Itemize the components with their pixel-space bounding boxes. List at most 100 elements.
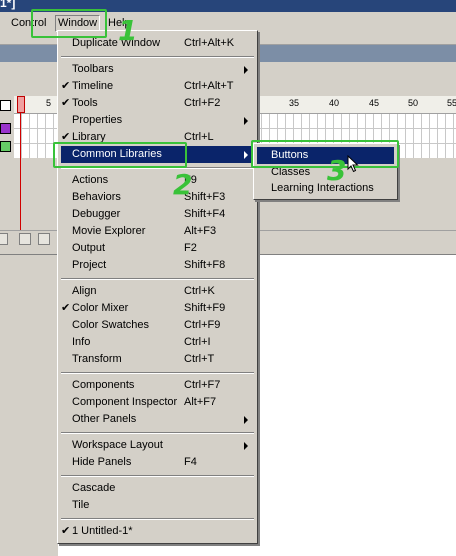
submenu-arrow-icon: [244, 416, 248, 424]
menu-item-shortcut: Alt+F7: [184, 396, 217, 408]
menu-separator: [61, 518, 254, 520]
menu-item-color-swatches[interactable]: Color Swatches Ctrl+F9: [61, 317, 254, 334]
menu-item-shortcut: Ctrl+Alt+T: [184, 80, 234, 92]
menu-item-shortcut: F2: [184, 242, 197, 254]
menu-item-label: Tile: [72, 499, 90, 511]
menu-item-label: Color Mixer: [72, 302, 129, 314]
menu-item-debugger[interactable]: Debugger Shift+F4: [61, 206, 254, 223]
checkmark-icon: ✔: [61, 80, 71, 92]
menu-item-shortcut: Shift+F9: [184, 302, 226, 314]
submenu-item-learning-interactions[interactable]: Learning Interactions: [257, 180, 394, 197]
submenu-item-label: Learning Interactions: [271, 182, 374, 194]
menu-item-timeline[interactable]: ✔ Timeline Ctrl+Alt+T: [61, 78, 254, 95]
playhead-handle[interactable]: [17, 96, 25, 113]
menu-item-shortcut: Ctrl+I: [184, 336, 211, 348]
trash-icon[interactable]: [0, 233, 8, 245]
menu-item-label: Components: [72, 379, 135, 391]
onion-skin-icon[interactable]: [38, 233, 50, 245]
menu-item-shortcut: Shift+F4: [184, 208, 226, 220]
window-menu: Duplicate Window Ctrl+Alt+K Toolbars ✔ T…: [57, 30, 258, 544]
annotation-box-window-menu: [31, 9, 107, 38]
menu-item-label: Cascade: [72, 482, 116, 494]
menu-item-label: Tools: [72, 97, 98, 109]
menu-item-label: Actions: [72, 174, 109, 186]
menu-item-toolbars[interactable]: Toolbars: [61, 61, 254, 78]
pasteboard: [0, 254, 58, 556]
menu-item-actions[interactable]: Actions F9: [61, 172, 254, 189]
menu-item-shortcut: Alt+F3: [184, 225, 217, 237]
playhead-line: [20, 113, 21, 234]
menu-item-label: Movie Explorer: [72, 225, 146, 237]
menu-item-label: Info: [72, 336, 91, 348]
checkmark-icon: ✔: [61, 302, 71, 314]
menu-separator: [61, 475, 254, 477]
menu-separator: [61, 278, 254, 280]
menu-item-label: Debugger: [72, 208, 121, 220]
menu-item-cascade[interactable]: Cascade: [61, 480, 254, 497]
menu-item-shortcut: Ctrl+L: [184, 131, 214, 143]
menu-item-other-panels[interactable]: Other Panels: [61, 411, 254, 428]
ruler-label-50: 50: [408, 98, 419, 108]
menu-item-hide-panels[interactable]: Hide Panels F4: [61, 454, 254, 471]
annotation-step-1: 1: [118, 14, 138, 47]
annotation-box-buttons: [251, 140, 399, 168]
menu-item-shortcut: Shift+F8: [184, 259, 226, 271]
menu-item-label: Component Inspector: [72, 396, 178, 408]
center-frame-icon[interactable]: [19, 233, 31, 245]
menu-item-label: Properties: [72, 114, 123, 126]
menu-item-shortcut: Ctrl+Alt+K: [184, 37, 235, 49]
menu-item-label: Output: [72, 242, 106, 254]
checkmark-icon: ✔: [61, 525, 71, 537]
menu-item-tile[interactable]: Tile: [61, 497, 254, 514]
menu-item-behaviors[interactable]: Behaviors Shift+F3: [61, 189, 254, 206]
menu-separator: [61, 56, 254, 58]
menu-item-tools[interactable]: ✔ Tools Ctrl+F2: [61, 95, 254, 112]
menu-separator: [61, 372, 254, 374]
menu-item-shortcut: F4: [184, 456, 197, 468]
menu-item-label: Project: [72, 259, 107, 271]
checkmark-icon: ✔: [61, 97, 71, 109]
menu-item-label: Hide Panels: [72, 456, 132, 468]
menu-item-workspace-layout[interactable]: Workspace Layout: [61, 437, 254, 454]
annotation-box-common-libraries: [53, 142, 187, 168]
annotation-step-3: 3: [327, 154, 347, 187]
menu-item-project[interactable]: Project Shift+F8: [61, 257, 254, 274]
layer-outline-swatch[interactable]: [0, 100, 11, 111]
ruler-label-40: 40: [329, 98, 340, 108]
layer-color-swatch-green[interactable]: [0, 141, 11, 152]
annotation-step-2: 2: [173, 168, 193, 201]
layer-color-swatch-purple[interactable]: [0, 123, 11, 134]
menu-item-label: Timeline: [72, 80, 114, 92]
playhead[interactable]: [17, 96, 25, 234]
mouse-pointer-icon: [347, 154, 359, 176]
menu-item-component-inspector[interactable]: Component Inspector Alt+F7: [61, 394, 254, 411]
menu-item-label: Workspace Layout: [72, 439, 163, 451]
ruler-label-35: 35: [289, 98, 300, 108]
menu-item-shortcut: Ctrl+K: [184, 285, 215, 297]
menu-item-shortcut: Ctrl+F7: [184, 379, 221, 391]
menu-item-properties[interactable]: Properties: [61, 112, 254, 129]
menu-item-shortcut: Ctrl+T: [184, 353, 215, 365]
menu-item-output[interactable]: Output F2: [61, 240, 254, 257]
menu-item-color-mixer[interactable]: ✔ Color Mixer Shift+F9: [61, 300, 254, 317]
menu-item-movie-explorer[interactable]: Movie Explorer Alt+F3: [61, 223, 254, 240]
ruler-label-5: 5: [46, 98, 52, 108]
menu-item-label: Other Panels: [72, 413, 137, 425]
menu-item-transform[interactable]: Transform Ctrl+T: [61, 351, 254, 368]
menu-item-shortcut: Ctrl+F2: [184, 97, 221, 109]
submenu-arrow-icon: [244, 442, 248, 450]
ruler-label-55: 55: [447, 98, 456, 108]
menu-item-label: Transform: [72, 353, 122, 365]
menu-item-untitled-document[interactable]: ✔ 1 Untitled-1*: [61, 523, 254, 540]
submenu-arrow-icon: [244, 66, 248, 74]
menu-item-align[interactable]: Align Ctrl+K: [61, 283, 254, 300]
menu-item-shortcut: Ctrl+F9: [184, 319, 221, 331]
menu-item-label: Toolbars: [72, 63, 114, 75]
menu-item-info[interactable]: Info Ctrl+I: [61, 334, 254, 351]
menu-item-label: 1 Untitled-1*: [72, 525, 133, 537]
submenu-arrow-icon: [244, 117, 248, 125]
menu-item-label: Behaviors: [72, 191, 121, 203]
menu-item-label: Color Swatches: [72, 319, 150, 331]
menu-item-label: Align: [72, 285, 97, 297]
menu-item-components[interactable]: Components Ctrl+F7: [61, 377, 254, 394]
